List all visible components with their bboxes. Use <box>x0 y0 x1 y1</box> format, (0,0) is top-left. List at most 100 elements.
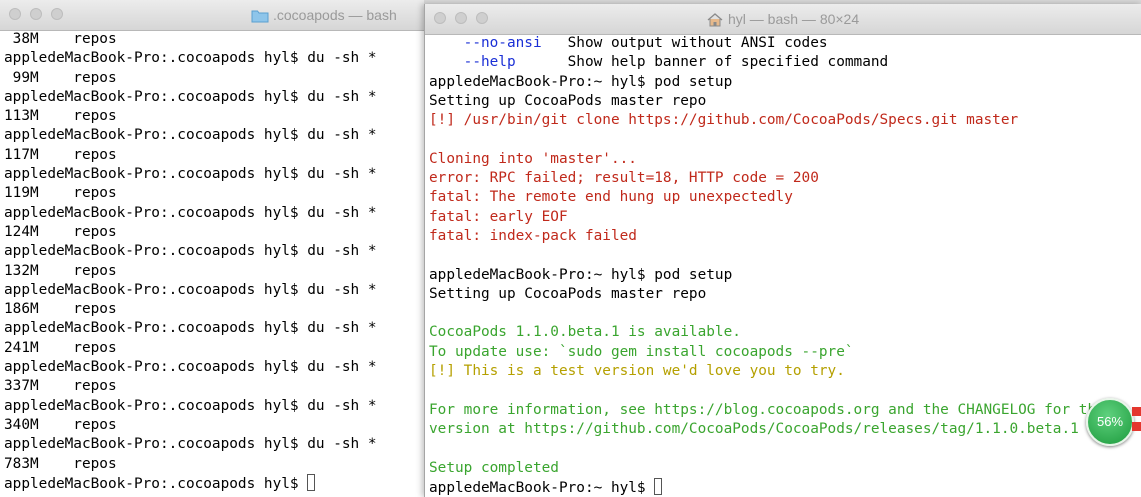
terminal-line: 113M repos <box>4 107 424 126</box>
terminal-line-text: Show output without ANSI codes <box>541 35 828 51</box>
terminal-line: 119M repos <box>4 184 424 203</box>
right-terminal-window[interactable]: hyl — bash — 80×24 --no-ansi Show output… <box>424 4 1141 497</box>
terminal-line: appledeMacBook-Pro:.cocoapods hyl$ du -s… <box>4 165 424 184</box>
terminal-line: 38M repos <box>4 30 424 49</box>
terminal-line: appledeMacBook-Pro:.cocoapods hyl$ du -s… <box>4 126 424 145</box>
minimize-button[interactable] <box>30 8 42 20</box>
terminal-line-text: 117M repos <box>4 146 117 163</box>
terminal-line: 783M repos <box>4 455 424 474</box>
terminal-line-text: 340M repos <box>4 416 117 433</box>
terminal-line: appledeMacBook-Pro:~ hyl$ pod setup <box>429 73 1141 92</box>
terminal-line: appledeMacBook-Pro:.cocoapods hyl$ du -s… <box>4 397 424 416</box>
close-button[interactable] <box>434 12 446 24</box>
terminal-line-text: 241M repos <box>4 339 117 356</box>
terminal-line-text: 113M repos <box>4 108 117 125</box>
terminal-line: appledeMacBook-Pro:~ hyl$ pod setup <box>429 266 1141 285</box>
terminal-line-text: appledeMacBook-Pro:.cocoapods hyl$ du -s… <box>4 243 377 260</box>
terminal-line-text: CocoaPods 1.1.0.beta.1 is available. <box>429 324 741 341</box>
red-indicator-bottom <box>1132 422 1141 431</box>
terminal-line-text: error: RPC failed; result=18, HTTP code … <box>429 170 819 187</box>
left-titlebar[interactable]: .cocoapods — bash <box>0 0 424 31</box>
right-window-title: hyl — bash — 80×24 <box>728 11 860 27</box>
terminal-line: error: RPC failed; result=18, HTTP code … <box>429 169 1141 188</box>
terminal-line-text: appledeMacBook-Pro:.cocoapods hyl$ du -s… <box>4 88 377 105</box>
terminal-line: appledeMacBook-Pro:~ hyl$ <box>429 477 1141 497</box>
terminal-line: fatal: early EOF <box>429 208 1141 227</box>
terminal-line-text: appledeMacBook-Pro:.cocoapods hyl$ du -s… <box>4 359 377 376</box>
terminal-line-text: fatal: index-pack failed <box>429 227 637 244</box>
terminal-line-text: appledeMacBook-Pro:.cocoapods hyl$ du -s… <box>4 436 377 453</box>
terminal-line-text: 99M repos <box>4 69 117 86</box>
terminal-cursor[interactable] <box>307 473 316 491</box>
terminal-line-text: appledeMacBook-Pro:.cocoapods hyl$ du -s… <box>4 50 377 67</box>
terminal-line: appledeMacBook-Pro:.cocoapods hyl$ du -s… <box>4 242 424 261</box>
zoom-button[interactable] <box>51 8 63 20</box>
terminal-line-text: 38M repos <box>4 31 117 47</box>
terminal-line-text: appledeMacBook-Pro:.cocoapods hyl$ <box>4 475 308 492</box>
folder-icon <box>251 8 269 23</box>
terminal-line-text: Setting up CocoaPods master repo <box>429 285 707 302</box>
terminal-line: appledeMacBook-Pro:.cocoapods hyl$ du -s… <box>4 281 424 300</box>
right-terminal-output[interactable]: --no-ansi Show output without ANSI codes… <box>425 34 1141 497</box>
terminal-line: 186M repos <box>4 300 424 319</box>
terminal-line-text: appledeMacBook-Pro:~ hyl$ pod setup <box>429 266 733 283</box>
terminal-line-text: appledeMacBook-Pro:.cocoapods hyl$ du -s… <box>4 127 377 144</box>
terminal-line-text: appledeMacBook-Pro:~ hyl$ <box>429 479 655 496</box>
terminal-line-text: fatal: early EOF <box>429 208 568 225</box>
terminal-line-text: [!] This is a test version we'd love you… <box>429 363 845 380</box>
terminal-line-text: appledeMacBook-Pro:.cocoapods hyl$ du -s… <box>4 320 377 337</box>
minimize-button[interactable] <box>455 12 467 24</box>
terminal-line-text: --help <box>429 54 516 71</box>
terminal-line: 337M repos <box>4 377 424 396</box>
terminal-line: --no-ansi Show output without ANSI codes <box>429 34 1141 53</box>
terminal-line: version at https://github.com/CocoaPods/… <box>429 420 1141 439</box>
terminal-line: 99M repos <box>4 69 424 88</box>
red-indicator-top <box>1132 407 1141 416</box>
terminal-line: 117M repos <box>4 146 424 165</box>
terminal-line: Setting up CocoaPods master repo <box>429 92 1141 111</box>
right-titlebar[interactable]: hyl — bash — 80×24 <box>425 4 1141 35</box>
percent-badge[interactable]: 56% <box>1086 398 1134 446</box>
terminal-line-text: appledeMacBook-Pro:.cocoapods hyl$ du -s… <box>4 166 377 183</box>
terminal-line: fatal: index-pack failed <box>429 227 1141 246</box>
terminal-line-text: --no-ansi <box>429 35 542 51</box>
terminal-line-text: 337M repos <box>4 378 117 395</box>
terminal-line-text: appledeMacBook-Pro:~ hyl$ pod setup <box>429 73 733 90</box>
terminal-line: Setting up CocoaPods master repo <box>429 285 1141 304</box>
terminal-line-text: 186M repos <box>4 301 117 318</box>
terminal-line: appledeMacBook-Pro:.cocoapods hyl$ du -s… <box>4 88 424 107</box>
terminal-line: fatal: The remote end hung up unexpected… <box>429 188 1141 207</box>
zoom-button[interactable] <box>476 12 488 24</box>
terminal-line: Cloning into 'master'... <box>429 150 1141 169</box>
terminal-line: 241M repos <box>4 339 424 358</box>
terminal-line: 132M repos <box>4 262 424 281</box>
terminal-line: appledeMacBook-Pro:.cocoapods hyl$ du -s… <box>4 358 424 377</box>
terminal-line-text: 124M repos <box>4 223 117 240</box>
terminal-line-text: version at https://github.com/CocoaPods/… <box>429 420 1079 437</box>
terminal-line: appledeMacBook-Pro:.cocoapods hyl$ du -s… <box>4 319 424 338</box>
left-window-title: .cocoapods — bash <box>273 7 397 23</box>
terminal-line-text: appledeMacBook-Pro:.cocoapods hyl$ du -s… <box>4 397 377 414</box>
terminal-line: appledeMacBook-Pro:.cocoapods hyl$ du -s… <box>4 49 424 68</box>
terminal-line-text: fatal: The remote end hung up unexpected… <box>429 189 793 206</box>
terminal-line: --help Show help banner of specified com… <box>429 53 1141 72</box>
terminal-line-text: 132M repos <box>4 262 117 279</box>
left-terminal-window[interactable]: .cocoapods — bash 38M repos appledeMacBoo… <box>0 0 424 497</box>
terminal-line: [!] This is a test version we'd love you… <box>429 362 1141 381</box>
terminal-cursor[interactable] <box>654 477 663 495</box>
home-icon <box>707 12 723 27</box>
close-button[interactable] <box>9 8 21 20</box>
terminal-line: appledeMacBook-Pro:.cocoapods hyl$ du -s… <box>4 435 424 454</box>
terminal-line: To update use: `sudo gem install cocoapo… <box>429 343 1141 362</box>
left-terminal-output[interactable]: 38M repos appledeMacBook-Pro:.cocoapods h… <box>0 30 424 497</box>
terminal-line-text: Cloning into 'master'... <box>429 150 637 167</box>
terminal-line-text: appledeMacBook-Pro:.cocoapods hyl$ du -s… <box>4 204 377 221</box>
terminal-line: 124M repos <box>4 223 424 242</box>
terminal-line-text: Setting up CocoaPods master repo <box>429 92 707 109</box>
terminal-line-text: [!] /usr/bin/git clone https://github.co… <box>429 112 1019 129</box>
terminal-line: For more information, see https://blog.c… <box>429 401 1141 420</box>
